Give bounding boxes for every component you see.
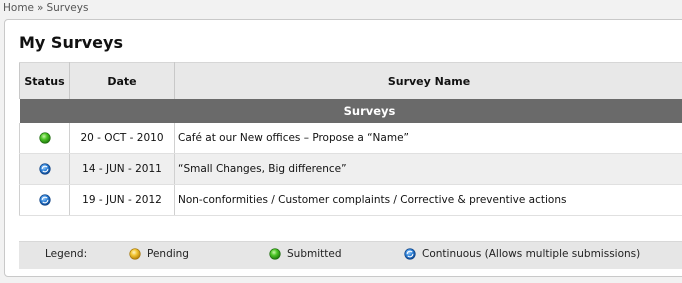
- survey-name-link[interactable]: Café at our New offices – Propose a “Nam…: [174, 123, 682, 154]
- submitted-green-icon: [269, 248, 281, 260]
- legend-pending-label: Pending: [147, 248, 189, 260]
- survey-name-link[interactable]: Non-conformities / Customer complaints /…: [174, 184, 682, 216]
- survey-date: 20 - OCT - 2010: [69, 123, 175, 154]
- legend-label: Legend:: [45, 248, 88, 260]
- table-row[interactable]: 20 - OCT - 2010 Café at our New offices …: [19, 123, 682, 154]
- column-header-survey-name[interactable]: Survey Name: [174, 62, 682, 99]
- group-label: Surveys: [343, 104, 396, 118]
- surveys-panel: My Surveys Status Date Survey Name Surve…: [4, 19, 682, 277]
- page-title: My Surveys: [19, 33, 123, 52]
- table-row[interactable]: 14 - JUN - 2011 “Small Changes, Big diff…: [19, 153, 682, 185]
- legend-label-wrap: Legend:: [45, 248, 87, 260]
- continuous-blue-icon: [404, 248, 416, 260]
- legend-continuous-label: Continuous (Allows multiple submissions): [422, 248, 641, 260]
- breadcrumb-separator: »: [37, 2, 44, 14]
- table-row[interactable]: 19 - JUN - 2012 Non-conformities / Custo…: [19, 184, 682, 216]
- legend-item-continuous: Continuous (Allows multiple submissions): [404, 248, 640, 260]
- survey-date: 14 - JUN - 2011: [69, 153, 175, 185]
- table-group-row: Surveys: [19, 99, 682, 123]
- breadcrumb: Home» Surveys: [3, 2, 88, 14]
- table-header-row: Status Date Survey Name: [19, 62, 682, 99]
- continuous-blue-icon: [38, 194, 51, 206]
- legend-item-pending: Pending: [129, 248, 189, 260]
- column-header-date[interactable]: Date: [69, 62, 175, 99]
- column-header-status[interactable]: Status: [19, 62, 70, 99]
- breadcrumb-current: Surveys: [46, 2, 89, 14]
- survey-date: 19 - JUN - 2012: [69, 184, 175, 216]
- legend-item-submitted: Submitted: [269, 248, 342, 260]
- pending-yellow-icon: [129, 248, 141, 260]
- survey-name-link[interactable]: “Small Changes, Big difference”: [174, 153, 682, 185]
- legend-bar: Legend: Pending Submitted Continuous (Al…: [19, 241, 682, 269]
- legend-submitted-label: Submitted: [287, 248, 342, 260]
- submitted-green-icon: [38, 132, 51, 144]
- surveys-table: Status Date Survey Name Surveys 20 - OCT…: [19, 62, 682, 216]
- breadcrumb-home-link[interactable]: Home: [3, 2, 34, 14]
- continuous-blue-icon: [38, 163, 51, 175]
